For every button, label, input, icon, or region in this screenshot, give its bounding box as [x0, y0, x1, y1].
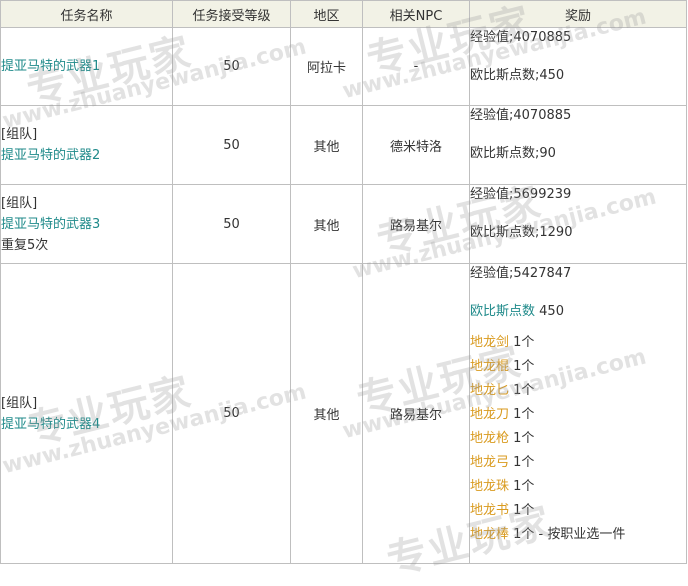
table-row: [组队] 提亚马特的武器3 重复5次 50 其他 路易基尔 经验值;569923…	[0, 184, 687, 264]
level-cell: 50	[172, 105, 291, 185]
reward-item-name[interactable]: 地龙棒	[470, 527, 509, 542]
reward-exp: 经验值;4070885	[470, 108, 572, 123]
level-cell: 50	[172, 27, 291, 106]
party-tag: [组队]	[1, 195, 38, 211]
reward-item-name[interactable]: 地龙匕	[470, 383, 509, 398]
reward-obs: 欧比斯点数;90	[470, 146, 556, 161]
obs-value: 450	[535, 304, 564, 319]
region-cell: 阿拉卡	[290, 27, 363, 106]
reward-item: 地龙弓 1个	[470, 451, 686, 475]
header-reward: 奖励	[469, 0, 687, 28]
reward-item: 地龙书 1个	[470, 499, 686, 523]
reward-item-qty: 1个	[509, 335, 535, 350]
level-cell: 50	[172, 263, 291, 564]
quest-name-link[interactable]: 提亚马特的武器3	[1, 214, 172, 235]
reward-item-name[interactable]: 地龙刀	[470, 407, 509, 422]
reward-exp: 经验值;5699239	[470, 187, 572, 202]
reward-item-name[interactable]: 地龙书	[470, 503, 509, 518]
header-npc: 相关NPC	[362, 0, 470, 28]
reward-item-name[interactable]: 地龙剑	[470, 335, 509, 350]
quest-name-cell: [组队] 提亚马特的武器4	[0, 263, 173, 564]
reward-item-qty: 1个	[509, 479, 535, 494]
reward-cell: 经验值;4070885 欧比斯点数;450	[469, 27, 687, 106]
reward-cell: 经验值;4070885 欧比斯点数;90	[469, 105, 687, 185]
reward-item: 地龙棍 1个	[470, 355, 686, 379]
reward-obs: 欧比斯点数 450	[470, 302, 686, 322]
header-row: 任务名称 任务接受等级 地区 相关NPC 奖励	[0, 0, 687, 28]
npc-cell: 路易基尔	[362, 263, 470, 564]
reward-item-qty: 1个	[509, 383, 535, 398]
npc-cell: 德米特洛	[362, 105, 470, 185]
reward-item-qty: 1个 - 按职业选一件	[509, 527, 626, 542]
reward-item: 地龙刀 1个	[470, 403, 686, 427]
reward-item: 地龙枪 1个	[470, 427, 686, 451]
reward-exp: 经验值;4070885	[470, 30, 572, 45]
quest-name-link[interactable]: 提亚马特的武器1	[1, 56, 172, 77]
reward-cell: 经验值;5699239 欧比斯点数;1290	[469, 184, 687, 264]
reward-item-qty: 1个	[509, 431, 535, 446]
header-quest-name: 任务名称	[0, 0, 173, 28]
quest-name-link[interactable]: 提亚马特的武器4	[1, 414, 172, 435]
reward-item-name[interactable]: 地龙枪	[470, 431, 509, 446]
table-row: 提亚马特的武器1 50 阿拉卡 - 经验值;4070885 欧比斯点数;450	[0, 27, 687, 106]
party-tag: [组队]	[1, 395, 38, 411]
reward-item: 地龙棒 1个 - 按职业选一件	[470, 523, 686, 547]
npc-cell: 路易基尔	[362, 184, 470, 264]
repeat-note: 重复5次	[1, 237, 49, 253]
region-cell: 其他	[290, 263, 363, 564]
reward-item-qty: 1个	[509, 359, 535, 374]
reward-item-name[interactable]: 地龙珠	[470, 479, 509, 494]
reward-item-list: 地龙剑 1个 地龙棍 1个 地龙匕 1个 地龙刀 1个 地龙枪 1个 地龙弓 1个 地龙珠 …	[470, 331, 686, 547]
reward-item-name[interactable]: 地龙弓	[470, 455, 509, 470]
region-cell: 其他	[290, 184, 363, 264]
reward-exp: 经验值;5427847	[470, 266, 572, 281]
header-level: 任务接受等级	[172, 0, 291, 28]
region-cell: 其他	[290, 105, 363, 185]
quest-name-cell: 提亚马特的武器1	[0, 27, 173, 106]
reward-obs: 欧比斯点数;450	[470, 68, 565, 83]
header-region: 地区	[290, 0, 363, 28]
quest-name-cell: [组队] 提亚马特的武器3 重复5次	[0, 184, 173, 264]
obs-label[interactable]: 欧比斯点数	[470, 304, 535, 319]
quest-name-link[interactable]: 提亚马特的武器2	[1, 145, 172, 166]
table-row: [组队] 提亚马特的武器4 50 其他 路易基尔 经验值;5427847 欧比斯…	[0, 263, 687, 564]
level-cell: 50	[172, 184, 291, 264]
party-tag: [组队]	[1, 127, 38, 142]
reward-item-qty: 1个	[509, 407, 535, 422]
reward-cell: 经验值;5427847 欧比斯点数 450 地龙剑 1个 地龙棍 1个 地龙匕 1个…	[469, 263, 687, 564]
reward-item-qty: 1个	[509, 503, 535, 518]
reward-item-qty: 1个	[509, 455, 535, 470]
reward-item: 地龙剑 1个	[470, 331, 686, 355]
reward-item: 地龙匕 1个	[470, 379, 686, 403]
npc-cell: -	[362, 27, 470, 106]
quest-name-cell: [组队] 提亚马特的武器2	[0, 105, 173, 185]
reward-item: 地龙珠 1个	[470, 475, 686, 499]
reward-item-name[interactable]: 地龙棍	[470, 359, 509, 374]
reward-obs: 欧比斯点数;1290	[470, 225, 573, 240]
table-row: [组队] 提亚马特的武器2 50 其他 德米特洛 经验值;4070885 欧比斯…	[0, 105, 687, 185]
quest-table: 任务名称 任务接受等级 地区 相关NPC 奖励 提亚马特的武器1 50 阿拉卡 …	[0, 0, 687, 564]
